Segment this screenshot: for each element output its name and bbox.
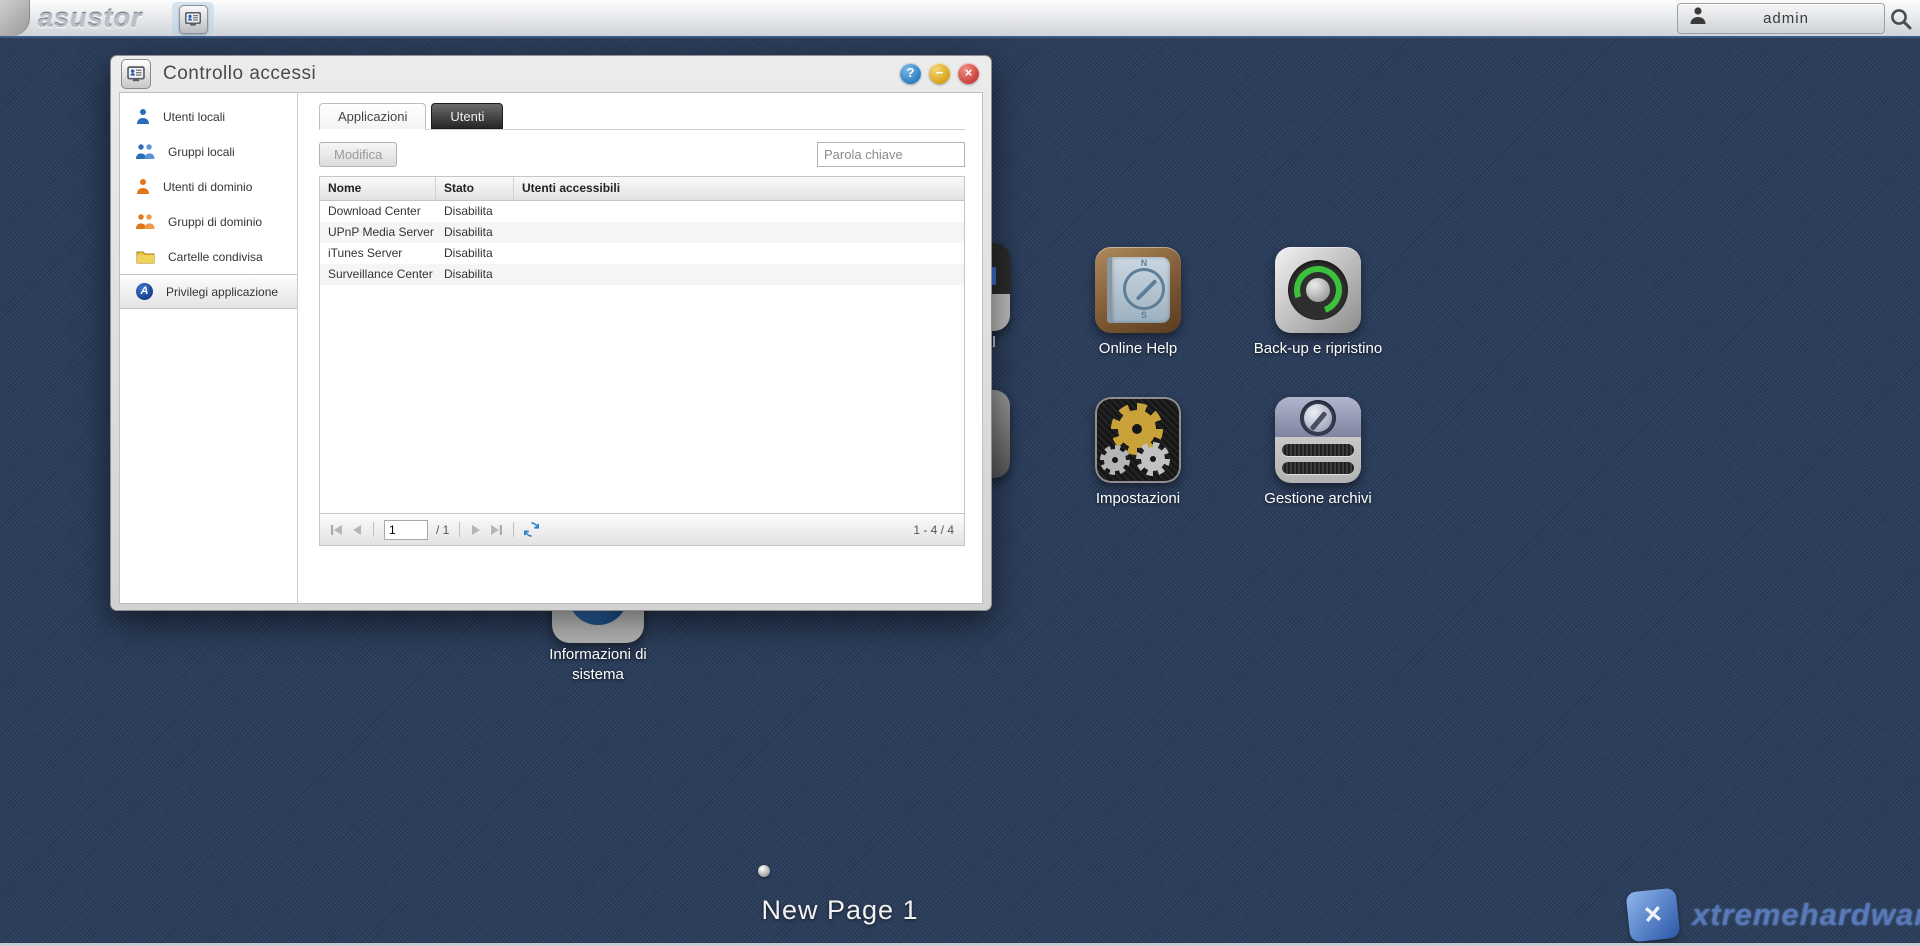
sidebar-item-label: Gruppi locali (168, 144, 235, 159)
tab-applications[interactable]: Applicazioni (319, 103, 427, 130)
access-control-window: Controllo accessi ? − × Utenti locali Gr… (110, 55, 992, 611)
sidebar-item-label: Privilegi applicazione (166, 284, 279, 299)
table-row[interactable]: Surveillance Center Disabilita (320, 264, 964, 285)
next-page-icon[interactable] (470, 524, 481, 536)
window-titlebar[interactable]: Controllo accessi ? − × (119, 56, 983, 92)
sidebar-item-label: Utenti locali (163, 109, 226, 124)
first-page-icon[interactable] (330, 524, 344, 536)
sidebar-item-label: Utenti di dominio (163, 179, 253, 194)
asustor-logo: asustor (38, 3, 143, 33)
username-label: admin (1763, 10, 1809, 27)
table-row[interactable]: UPnP Media Server Disabilita (320, 222, 964, 243)
record-range-label: 1 - 4 / 4 (913, 522, 954, 537)
toolbar: Modifica (319, 140, 965, 168)
desktop-page-label: New Page 1 (761, 895, 919, 925)
cell-name: iTunes Server (328, 246, 403, 260)
edit-button[interactable]: Modifica (319, 141, 398, 167)
app-privileges-icon: A (136, 283, 153, 300)
cell-name: Surveillance Center (328, 267, 433, 281)
cell-name: Download Center (328, 204, 421, 218)
cell-status: Disabilita (444, 204, 493, 218)
tab-bar: Applicazioni Utenti (319, 103, 965, 130)
xtremehardware-logo-icon: × (1625, 887, 1681, 943)
sidebar-item-domain-groups[interactable]: Gruppi di dominio (120, 204, 297, 239)
last-page-icon[interactable] (489, 524, 503, 536)
cell-name: UPnP Media Server (328, 225, 434, 239)
shared-folder-icon (136, 251, 155, 264)
table-row[interactable]: Download Center Disabilita (320, 201, 964, 222)
column-header-status[interactable]: Stato (436, 177, 514, 200)
column-header-name[interactable]: Nome (320, 177, 436, 200)
desktop-icon-online-help[interactable]: Online Help (1095, 247, 1181, 357)
page-number-input[interactable] (384, 519, 428, 540)
desktop-icon-settings[interactable]: Impostazioni (1095, 397, 1181, 507)
sidebar-item-local-users[interactable]: Utenti locali (120, 99, 297, 134)
cell-status: Disabilita (444, 267, 493, 281)
cell-users (514, 243, 964, 264)
main-panel: Applicazioni Utenti Modifica Nome Stato … (298, 93, 982, 603)
domain-group-icon (136, 214, 155, 229)
window-title: Controllo accessi (163, 63, 317, 84)
help-button[interactable]: ? (900, 63, 921, 84)
sidebar-item-label: Gruppi di dominio (168, 214, 263, 229)
cell-status: Disabilita (444, 225, 493, 239)
close-button[interactable]: × (958, 63, 979, 84)
domain-user-icon (137, 179, 149, 194)
pagination-bar: / 1 1 - 4 / 4 (320, 513, 964, 545)
icon-label: Impostazioni (1095, 490, 1181, 507)
page-count-label: / 1 (436, 522, 450, 537)
separator (513, 522, 515, 537)
watermark: × xtremehardware.it (1625, 887, 1920, 943)
cell-users (514, 201, 964, 222)
corner-shape (0, 0, 30, 36)
desktop-icon-backup[interactable]: Back-up e ripristino (1254, 247, 1382, 357)
access-control-window-icon (178, 4, 208, 34)
cell-users (514, 264, 964, 285)
local-group-icon (136, 144, 155, 159)
table-header: Nome Stato Utenti accessibili (320, 177, 964, 201)
minimize-button[interactable]: − (929, 63, 950, 84)
icon-label: Online Help (1098, 340, 1178, 357)
separator (373, 522, 374, 537)
user-menu-button[interactable]: admin (1677, 3, 1885, 34)
sidebar-item-label: Cartelle condivisa (168, 249, 263, 264)
online-help-icon (1095, 247, 1181, 333)
separator (459, 522, 461, 537)
icon-label: Gestione archivi (1264, 490, 1372, 507)
table-empty-area (320, 285, 964, 513)
table-row[interactable]: iTunes Server Disabilita (320, 243, 964, 264)
window-title-icon (121, 59, 151, 89)
desktop-icon-storage-manager[interactable]: Gestione archivi (1264, 397, 1372, 507)
storage-manager-icon (1275, 397, 1361, 483)
backup-restore-icon (1275, 247, 1361, 333)
cell-status: Disabilita (444, 246, 493, 260)
icon-label: Informazioni di sistema (549, 646, 647, 684)
icon-label: Back-up e ripristino (1253, 340, 1383, 357)
applications-table: Nome Stato Utenti accessibili Download C… (319, 176, 965, 546)
watermark-text: xtremehardware.it (1692, 897, 1920, 932)
sidebar-item-app-privileges[interactable]: A Privilegi applicazione (120, 274, 297, 309)
cell-users (514, 222, 964, 243)
user-icon (1688, 5, 1708, 32)
settings-gears-icon (1095, 397, 1181, 483)
column-header-accessible-users[interactable]: Utenti accessibili (514, 177, 964, 200)
sidebar: Utenti locali Gruppi locali Utenti di do… (120, 93, 298, 603)
previous-page-icon[interactable] (352, 524, 363, 536)
taskbar-item-access-control[interactable] (172, 2, 214, 36)
sidebar-item-domain-users[interactable]: Utenti di dominio (120, 169, 297, 204)
sidebar-item-local-groups[interactable]: Gruppi locali (120, 134, 297, 169)
keyword-search-input[interactable] (817, 141, 965, 167)
top-bar: asustor admin (0, 0, 1920, 38)
page-indicator-dot[interactable] (758, 865, 770, 877)
local-user-icon (137, 109, 149, 124)
search-icon[interactable] (1889, 7, 1913, 31)
tab-users[interactable]: Utenti (431, 103, 504, 129)
refresh-icon[interactable] (524, 522, 540, 537)
sidebar-item-shared-folders[interactable]: Cartelle condivisa (120, 239, 297, 274)
